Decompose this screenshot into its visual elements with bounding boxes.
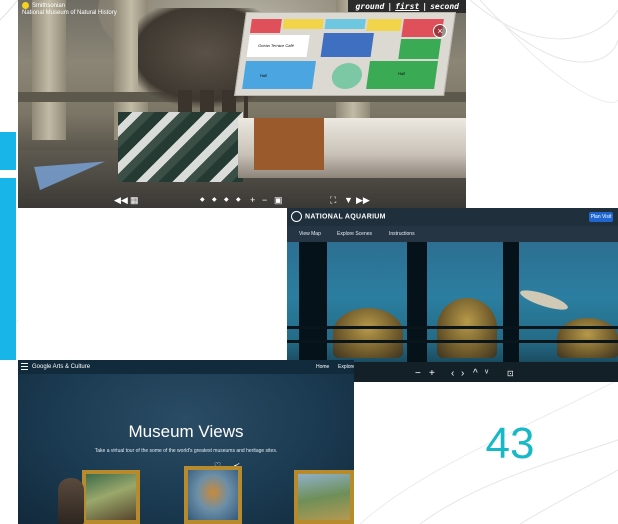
tour-title-line2: National Museum of Natural History: [22, 10, 117, 17]
forward-button[interactable]: ▶▶: [356, 194, 370, 206]
nav-home[interactable]: Home: [316, 360, 329, 374]
visitor-figure: [58, 478, 84, 524]
zoom-out-button[interactable]: −: [262, 194, 267, 206]
coral-rock: [333, 308, 403, 358]
arts-culture-logo[interactable]: Google Arts & Culture: [32, 360, 90, 374]
camera-button[interactable]: ▣: [274, 194, 283, 206]
hamburger-menu-icon[interactable]: [21, 363, 28, 370]
floor-tab-ground[interactable]: ground: [355, 2, 384, 11]
column: [32, 0, 66, 140]
dropdown-button[interactable]: ▼: [344, 194, 353, 206]
map-label: Hall: [397, 71, 406, 76]
nav-left-button[interactable]: ◆: [200, 194, 205, 206]
zoom-in-button[interactable]: +: [250, 194, 255, 206]
floor-tab-first[interactable]: first: [395, 2, 419, 11]
nav-explore[interactable]: Explore: [338, 360, 354, 374]
accent-bar-top: [0, 132, 16, 170]
map-room[interactable]: [324, 19, 366, 29]
tank-pillar: [407, 242, 427, 382]
painting-landscape[interactable]: [294, 470, 354, 524]
railing: [287, 326, 618, 329]
zoom-in-button[interactable]: +: [429, 368, 435, 380]
tour-control-bar: ◀◀ ▦ ◆ ◆ ◆ ◆ + − ▣ ⛶ ▼ ▶▶: [18, 194, 466, 206]
page-title: Museum Views: [128, 422, 244, 441]
tour-title-line1: Smithsonian: [32, 3, 66, 10]
map-rotunda[interactable]: [330, 63, 364, 89]
painting-portrait[interactable]: [184, 466, 242, 524]
grid-view-button[interactable]: ▦: [130, 194, 139, 206]
aquarium-logo-text: NATIONAL AQUARIUM: [305, 213, 386, 221]
pan-right-button[interactable]: ›: [461, 368, 464, 380]
aquarium-menu: View Map Explore Scenes Instructions: [287, 226, 618, 242]
map-room[interactable]: [242, 61, 317, 89]
info-desk-panel: [254, 118, 324, 170]
map-room[interactable]: [282, 19, 324, 29]
painting-landscape[interactable]: [82, 470, 140, 524]
aquarium-logo[interactable]: NATIONAL AQUARIUM: [291, 211, 386, 223]
map-room[interactable]: [320, 33, 374, 57]
map-label: Hall: [259, 73, 268, 78]
fullscreen-button[interactable]: ⛶: [330, 194, 336, 206]
nav-down-button[interactable]: ◆: [236, 194, 241, 206]
plan-visit-button[interactable]: Plan Visit: [589, 212, 613, 222]
floorplan-map[interactable]: Ocean Terrace Café Hall Hall: [234, 12, 456, 96]
pan-up-button[interactable]: ^: [473, 368, 478, 380]
page-subtitle: Take a virtual tour of the some of the w…: [94, 448, 278, 454]
aquarium-tour-screenshot: NATIONAL AQUARIUM Plan Visit View Map Ex…: [287, 208, 618, 382]
map-label: Ocean Terrace Café: [257, 43, 295, 48]
marble-pedestal: [118, 112, 243, 182]
pan-left-button[interactable]: ‹: [451, 368, 454, 380]
nav-up-button[interactable]: ◆: [224, 194, 229, 206]
coral-rock: [557, 318, 618, 358]
tank-pillar: [503, 242, 519, 382]
location-dot-icon: [22, 2, 29, 9]
zoom-out-button[interactable]: −: [415, 368, 421, 380]
map-room[interactable]: [249, 19, 282, 33]
rewind-button[interactable]: ◀◀: [114, 194, 128, 206]
floor-tab-second[interactable]: second: [430, 2, 459, 11]
menu-explore-scenes[interactable]: Explore Scenes: [337, 226, 372, 242]
map-room[interactable]: [398, 39, 442, 59]
menu-instructions[interactable]: Instructions: [389, 226, 415, 242]
fullscreen-button[interactable]: ⊡: [507, 368, 514, 380]
globe-icon: [291, 211, 302, 222]
smithsonian-tour-screenshot: Smithsonian National Museum of Natural H…: [18, 0, 466, 208]
accent-bar-bottom: [0, 178, 16, 360]
arts-culture-screenshot: Google Arts & Culture Home Explore Museu…: [18, 360, 354, 524]
pan-down-button[interactable]: ᵛ: [485, 368, 488, 380]
close-icon[interactable]: ×: [433, 24, 447, 38]
menu-view-map[interactable]: View Map: [299, 226, 321, 242]
nav-right-button[interactable]: ◆: [212, 194, 217, 206]
map-room[interactable]: [366, 19, 402, 31]
railing: [287, 340, 618, 343]
page-number: 43: [485, 419, 535, 468]
tour-title: Smithsonian National Museum of Natural H…: [22, 2, 182, 17]
